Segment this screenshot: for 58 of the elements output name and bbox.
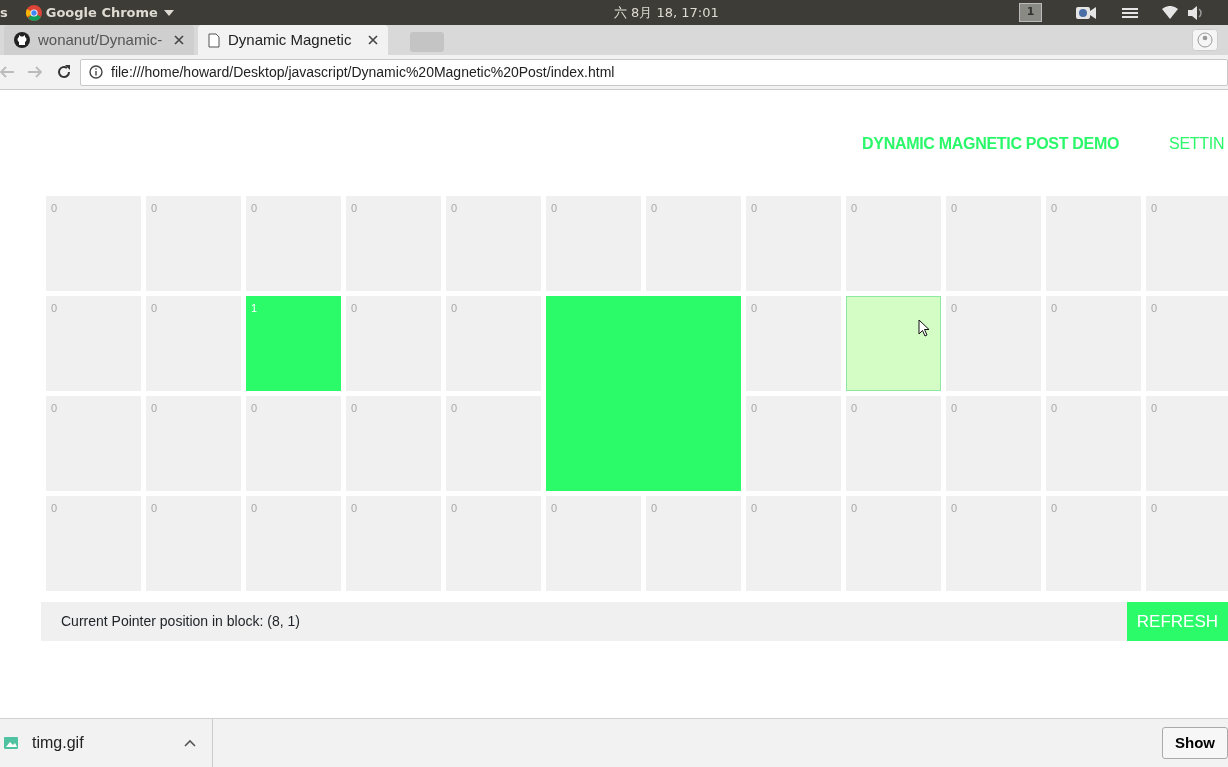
url-text: file:///home/howard/Desktop/javascript/Dynamic%20Magnetic%20Post/index.html [111,62,615,82]
empty-block[interactable]: 0 [746,496,841,591]
empty-block[interactable]: 0 [1146,396,1228,491]
empty-block[interactable]: 0 [546,496,641,591]
empty-block[interactable]: 0 [346,196,441,291]
empty-block[interactable]: 0 [646,196,741,291]
empty-block[interactable]: 0 [946,196,1041,291]
empty-block[interactable]: 0 [146,396,241,491]
empty-block[interactable]: 0 [346,496,441,591]
workspace-indicator[interactable]: 1 [1018,3,1043,22]
browser-tab[interactable]: Dynamic Magnetic [198,25,388,55]
empty-block[interactable]: 0 [846,196,941,291]
empty-block[interactable]: 0 [1146,496,1228,591]
empty-block[interactable]: 0 [746,396,841,491]
nav-link[interactable]: DYNAMIC MAGNETIC POST DEMO [862,132,1120,196]
empty-block[interactable]: 0 [246,196,341,291]
app-name: s [0,3,8,22]
empty-block[interactable]: 0 [746,196,841,291]
show-all-button[interactable]: Show [1162,726,1228,760]
empty-block[interactable]: 0 [1046,396,1141,491]
empty-block[interactable]: 0 [446,296,541,391]
empty-block[interactable]: 0 [46,196,141,291]
empty-block[interactable]: 0 [146,196,241,291]
empty-block[interactable]: 0 [346,296,441,391]
empty-block[interactable]: 0 [746,296,841,391]
empty-block[interactable]: 0 [446,396,541,491]
file-name: timg.gif [32,733,85,753]
empty-block[interactable]: 0 [46,496,141,591]
nav-link[interactable]: SETTIN [1169,132,1225,196]
empty-block[interactable]: 0 [546,196,641,291]
empty-block[interactable]: 0 [146,496,241,591]
empty-block[interactable]: 0 [446,496,541,591]
empty-block[interactable]: 0 [46,296,141,391]
empty-block[interactable]: 0 [946,296,1041,391]
empty-block[interactable]: 0 [246,396,341,491]
empty-block[interactable]: 0 [146,296,241,391]
empty-block[interactable]: 0 [1046,296,1141,391]
empty-block[interactable]: 0 [446,196,541,291]
browser-tab[interactable]: wonanut/Dynamic- [4,25,194,55]
empty-block[interactable]: 0 [846,396,941,491]
empty-block[interactable]: 0 [1046,196,1141,291]
empty-block[interactable]: 0 [946,496,1041,591]
empty-block[interactable]: 0 [1146,196,1228,291]
filled-block[interactable]: 1 [246,296,341,391]
empty-block[interactable]: 0 [346,396,441,491]
download-item[interactable]: timg.gif [0,719,213,767]
empty-block[interactable]: 0 [846,496,941,591]
empty-block[interactable]: 0 [246,496,341,591]
empty-block[interactable]: 0 [646,496,741,591]
address-bar[interactable]: file:///home/howard/Desktop/javascript/Dynamic%20Magnetic%20Post/index.html [80,58,1228,86]
empty-block[interactable]: 0 [1046,496,1141,591]
status-text: Current Pointer position in block: (8, 1) [60,612,301,631]
clock[interactable]: 六 8月 18, 17:01 [613,2,719,23]
empty-block[interactable]: 0 [1146,296,1228,391]
empty-block[interactable]: 0 [46,396,141,491]
app-menu[interactable]: Google Chrome [45,2,158,23]
refresh-button[interactable]: REFRESH [1126,602,1228,641]
empty-block[interactable]: 0 [946,396,1041,491]
